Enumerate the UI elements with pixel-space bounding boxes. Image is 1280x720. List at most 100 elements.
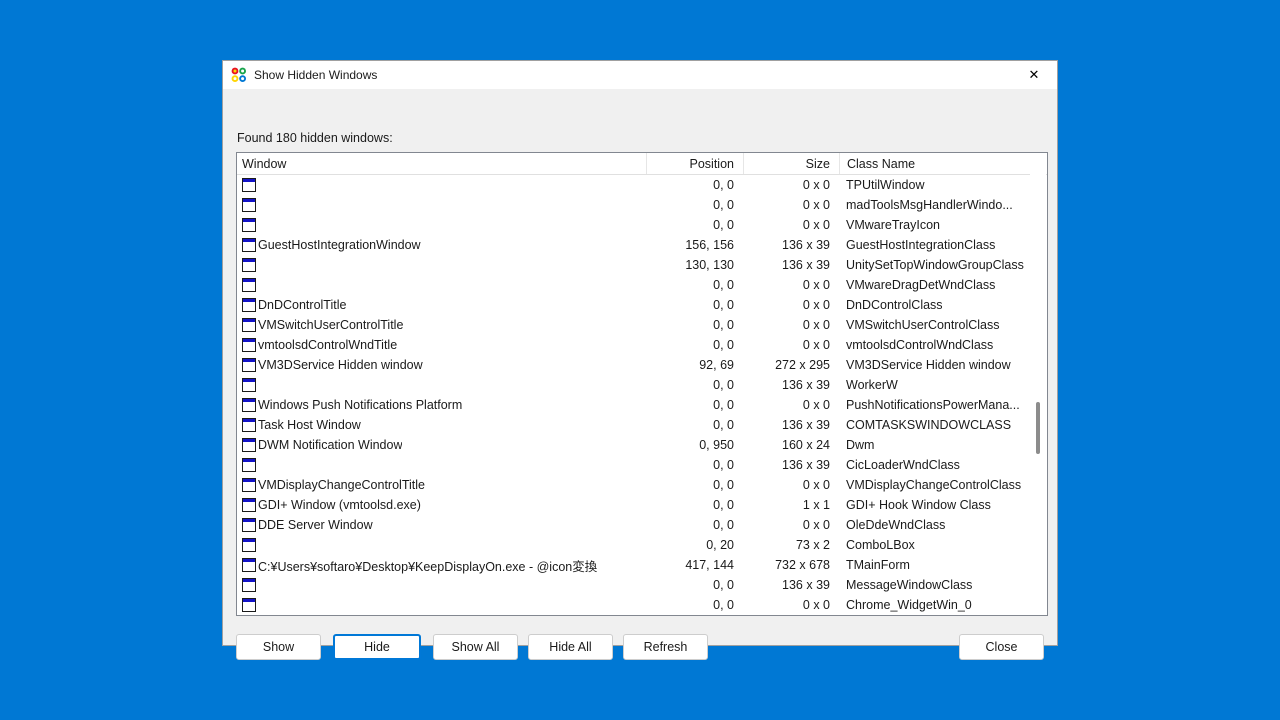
hidden-windows-list[interactable]: Window Position Size Class Name 0, 0 0 x … xyxy=(236,152,1048,616)
window-checkbox-icon[interactable] xyxy=(242,458,256,472)
window-checkbox-icon[interactable] xyxy=(242,438,256,452)
column-header-position[interactable]: Position xyxy=(646,153,743,174)
cell-position: 0, 0 xyxy=(713,178,734,192)
column-header-window[interactable]: Window xyxy=(237,153,646,174)
cell-position: 417, 144 xyxy=(685,558,734,572)
window-checkbox-icon[interactable] xyxy=(242,378,256,392)
window-checkbox-icon[interactable] xyxy=(242,238,256,252)
table-row[interactable]: 0, 0 0 x 0 VMwareTrayIcon xyxy=(237,215,1047,235)
cell-size: 0 x 0 xyxy=(802,598,830,612)
cell-window: C:¥Users¥softaro¥Desktop¥KeepDisplayOn.e… xyxy=(237,555,646,575)
cell-window xyxy=(237,215,646,235)
cell-size: 0 x 0 xyxy=(802,318,830,332)
hide-all-button[interactable]: Hide All xyxy=(528,634,613,660)
cell-class-name: Chrome_WidgetWin_0 xyxy=(846,598,972,612)
cell-window: VM3DService Hidden window xyxy=(237,355,646,375)
table-row[interactable]: 0, 0 0 x 0 Chrome_WidgetWin_0 xyxy=(237,595,1047,615)
button-bar: Show Hide Show All Hide All Refresh Clos… xyxy=(236,634,1044,660)
cell-size xyxy=(743,615,839,616)
table-row[interactable] xyxy=(237,615,1047,616)
window-checkbox-icon[interactable] xyxy=(242,598,256,612)
show-button[interactable]: Show xyxy=(236,634,321,660)
table-row[interactable]: DWM Notification Window 0, 950 160 x 24 Dwm xyxy=(237,435,1047,455)
refresh-button[interactable]: Refresh xyxy=(623,634,708,660)
cell-window xyxy=(237,255,646,275)
cell-class-name: ComboLBox xyxy=(846,538,915,552)
table-row[interactable]: 0, 0 0 x 0 VMwareDragDetWndClass xyxy=(237,275,1047,295)
table-row[interactable]: 0, 0 0 x 0 TPUtilWindow xyxy=(237,175,1047,195)
cell-window xyxy=(237,195,646,215)
table-row[interactable]: 0, 20 73 x 2 ComboLBox xyxy=(237,535,1047,555)
window-checkbox-icon[interactable] xyxy=(242,418,256,432)
cell-position: 0, 0 xyxy=(713,198,734,212)
window-checkbox-icon[interactable] xyxy=(242,278,256,292)
window-checkbox-icon[interactable] xyxy=(242,178,256,192)
close-window-button[interactable]: ✕ xyxy=(1011,61,1057,89)
cell-position: 0, 0 xyxy=(713,418,734,432)
hide-button[interactable]: Hide xyxy=(333,634,421,660)
close-icon: ✕ xyxy=(1028,67,1040,83)
table-row[interactable]: VMDisplayChangeControlTitle 0, 0 0 x 0 VMDi… xyxy=(237,475,1047,495)
table-row[interactable]: vmtoolsdControlWndTitle 0, 0 0 x 0 vmtoolsd… xyxy=(237,335,1047,355)
cell-size: 732 x 678 xyxy=(775,558,830,572)
table-row[interactable]: VM3DService Hidden window 92, 69 272 x 295… xyxy=(237,355,1047,375)
table-row[interactable]: 0, 0 0 x 0 madToolsMsgHandlerWindo... xyxy=(237,195,1047,215)
window-title-label: VMDisplayChangeControlTitle xyxy=(258,478,425,492)
cell-position: 0, 0 xyxy=(713,458,734,472)
table-row[interactable]: DnDControlTitle 0, 0 0 x 0 DnDControlClass xyxy=(237,295,1047,315)
table-row[interactable]: Task Host Window 0, 0 136 x 39 COMTASKSWIND… xyxy=(237,415,1047,435)
window-title-label: GuestHostIntegrationWindow xyxy=(258,238,421,252)
table-row[interactable]: GDI+ Window (vmtoolsd.exe) 0, 0 1 x 1 GDI+ … xyxy=(237,495,1047,515)
window-checkbox-icon[interactable] xyxy=(242,218,256,232)
table-row[interactable]: VMSwitchUserControlTitle 0, 0 0 x 0 VMSwitc… xyxy=(237,315,1047,335)
cell-window: GuestHostIntegrationWindow xyxy=(237,235,646,255)
cell-window: vmtoolsdControlWndTitle xyxy=(237,335,646,355)
column-header-class-name[interactable]: Class Name xyxy=(839,153,1047,174)
table-row[interactable]: Windows Push Notifications Platform 0, 0 0… xyxy=(237,395,1047,415)
window-checkbox-icon[interactable] xyxy=(242,258,256,272)
cell-class-name: OleDdeWndClass xyxy=(846,518,946,532)
status-text: Found 180 hidden windows: xyxy=(237,131,393,145)
cell-window: DnDControlTitle xyxy=(237,295,646,315)
window-checkbox-icon[interactable] xyxy=(242,398,256,412)
cell-window xyxy=(237,575,646,595)
window-checkbox-icon[interactable] xyxy=(242,478,256,492)
close-button[interactable]: Close xyxy=(959,634,1044,660)
cell-size: 136 x 39 xyxy=(782,578,830,592)
cell-position: 0, 0 xyxy=(713,578,734,592)
window-title-label: Windows Push Notifications Platform xyxy=(258,398,463,412)
window-checkbox-icon[interactable] xyxy=(242,338,256,352)
cell-size: 0 x 0 xyxy=(802,218,830,232)
cell-size: 136 x 39 xyxy=(782,378,830,392)
window-title-label: DWM Notification Window xyxy=(258,438,403,452)
cell-class-name: PushNotificationsPowerMana... xyxy=(846,398,1020,412)
window-checkbox-icon[interactable] xyxy=(242,518,256,532)
table-row[interactable]: 130, 130 136 x 39 UnitySetTopWindowGroupCl… xyxy=(237,255,1047,275)
window-checkbox-icon[interactable] xyxy=(242,498,256,512)
window-checkbox-icon[interactable] xyxy=(242,558,256,572)
show-all-button[interactable]: Show All xyxy=(433,634,518,660)
table-row[interactable]: DDE Server Window 0, 0 0 x 0 OleDdeWndClass xyxy=(237,515,1047,535)
cell-size: 136 x 39 xyxy=(782,258,830,272)
scrollbar-thumb[interactable] xyxy=(1036,402,1040,454)
cell-window: GDI+ Window (vmtoolsd.exe) xyxy=(237,495,646,515)
table-row[interactable]: C:¥Users¥softaro¥Desktop¥KeepDisplayOn.e… xyxy=(237,555,1047,575)
list-scrollbar[interactable] xyxy=(1030,154,1046,614)
window-checkbox-icon[interactable] xyxy=(242,578,256,592)
cell-position: 0, 0 xyxy=(713,318,734,332)
table-row[interactable]: 0, 0 136 x 39 WorkerW xyxy=(237,375,1047,395)
list-rows: 0, 0 0 x 0 TPUtilWindow 0, 0 0 x 0 madToolsMs… xyxy=(237,175,1047,616)
table-row[interactable]: GuestHostIntegrationWindow 156, 156 136 x … xyxy=(237,235,1047,255)
table-row[interactable]: 0, 0 136 x 39 CicLoaderWndClass xyxy=(237,455,1047,475)
window-checkbox-icon[interactable] xyxy=(242,318,256,332)
cell-position: 0, 0 xyxy=(713,398,734,412)
window-checkbox-icon[interactable] xyxy=(242,298,256,312)
cell-window xyxy=(237,275,646,295)
window-checkbox-icon[interactable] xyxy=(242,198,256,212)
window-checkbox-icon[interactable] xyxy=(242,358,256,372)
cell-window: DWM Notification Window xyxy=(237,435,646,455)
column-header-size[interactable]: Size xyxy=(743,153,839,174)
table-row[interactable]: 0, 0 136 x 39 MessageWindowClass xyxy=(237,575,1047,595)
cell-position: 130, 130 xyxy=(685,258,734,272)
window-checkbox-icon[interactable] xyxy=(242,538,256,552)
